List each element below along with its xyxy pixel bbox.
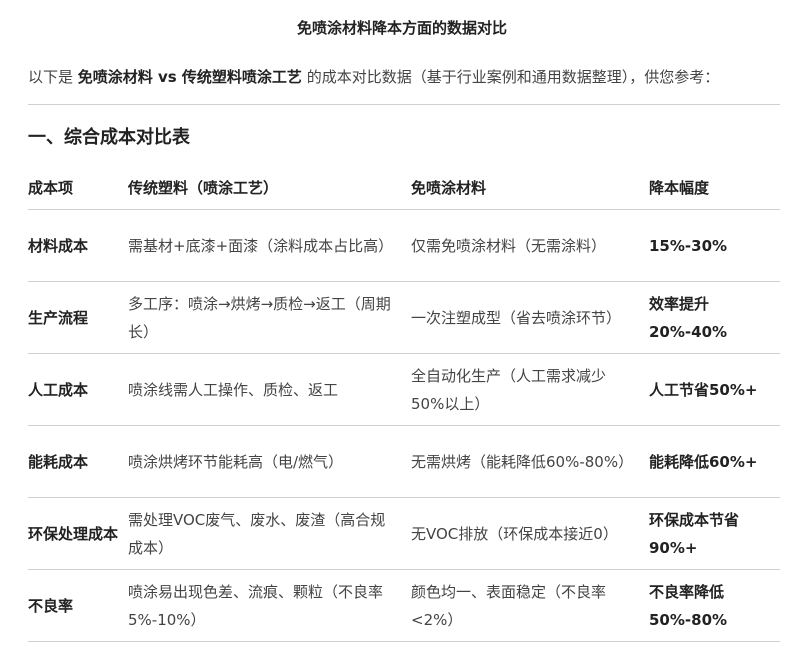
column-header-spray-free: 免喷涂材料 [411,166,649,210]
row-spray-free: 仅需免喷涂材料（无需涂料） [411,209,649,282]
row-reduction: 15%-30% [649,209,780,282]
row-traditional: 需处理VOC废气、废水、废渣（高合规成本） [128,497,411,570]
row-traditional: 喷涂烘烤环节能耗高（电/燃气） [128,425,411,498]
intro-bold-text: 免喷涂材料 vs 传统塑料喷涂工艺 [77,68,302,86]
intro-suffix: 的成本对比数据（基于行业案例和通用数据整理），供您参考： [301,68,720,86]
row-traditional: 喷涂线需人工操作、质检、返工 [128,353,411,426]
column-header-reduction: 降本幅度 [649,166,780,210]
row-traditional: 多工序：喷涂→烘烤→质检→返工（周期长） [128,281,411,354]
table-row: 材料成本 需基材+底漆+面漆（涂料成本占比高） 仅需免喷涂材料（无需涂料） 15… [28,209,780,282]
row-traditional: 喷涂易出现色差、流痕、颗粒（不良率5%-10%） [128,569,411,642]
row-spray-free: 颜色均一、表面稳定（不良率<2%） [411,569,649,642]
cost-comparison-table: 成本项 传统塑料（喷涂工艺） 免喷涂材料 降本幅度 材料成本 需基材+底漆+面漆… [28,166,780,642]
row-item: 人工成本 [28,353,128,426]
row-spray-free: 一次注塑成型（省去喷涂环节） [411,281,649,354]
intro-paragraph: 以下是 免喷涂材料 vs 传统塑料喷涂工艺 的成本对比数据（基于行业案例和通用数… [28,65,788,89]
row-reduction: 人工节省50%+ [649,353,780,426]
column-header-traditional: 传统塑料（喷涂工艺） [128,166,411,210]
intro-prefix: 以下是 [28,68,78,86]
row-reduction: 效率提升20%-40% [649,281,780,354]
row-reduction: 能耗降低60%+ [649,425,780,498]
row-traditional: 需基材+底漆+面漆（涂料成本占比高） [128,209,411,282]
table-row: 环保处理成本 需处理VOC废气、废水、废渣（高合规成本） 无VOC排放（环保成本… [28,497,780,570]
table-row: 生产流程 多工序：喷涂→烘烤→质检→返工（周期长） 一次注塑成型（省去喷涂环节）… [28,281,780,354]
row-reduction: 不良率降低50%-80% [649,569,780,642]
section-heading: 一、综合成本对比表 [28,127,190,148]
row-item: 生产流程 [28,281,128,354]
row-item: 能耗成本 [28,425,128,498]
row-spray-free: 全自动化生产（人工需求减少50%以上） [411,353,649,426]
row-spray-free: 无VOC排放（环保成本接近0） [411,497,649,570]
row-item: 环保处理成本 [28,497,128,570]
table-row: 人工成本 喷涂线需人工操作、质检、返工 全自动化生产（人工需求减少50%以上） … [28,353,780,426]
row-reduction: 环保成本节省90%+ [649,497,780,570]
table-row: 不良率 喷涂易出现色差、流痕、颗粒（不良率5%-10%） 颜色均一、表面稳定（不… [28,569,780,642]
row-item: 材料成本 [28,209,128,282]
table-header-row: 成本项 传统塑料（喷涂工艺） 免喷涂材料 降本幅度 [28,166,780,210]
row-spray-free: 无需烘烤（能耗降低60%-80%） [411,425,649,498]
divider [28,104,780,105]
row-item: 不良率 [28,569,128,642]
column-header-item: 成本项 [28,166,128,210]
table-row: 能耗成本 喷涂烘烤环节能耗高（电/燃气） 无需烘烤（能耗降低60%-80%） 能… [28,425,780,498]
page-title: 免喷涂材料降本方面的数据对比 [296,19,507,37]
